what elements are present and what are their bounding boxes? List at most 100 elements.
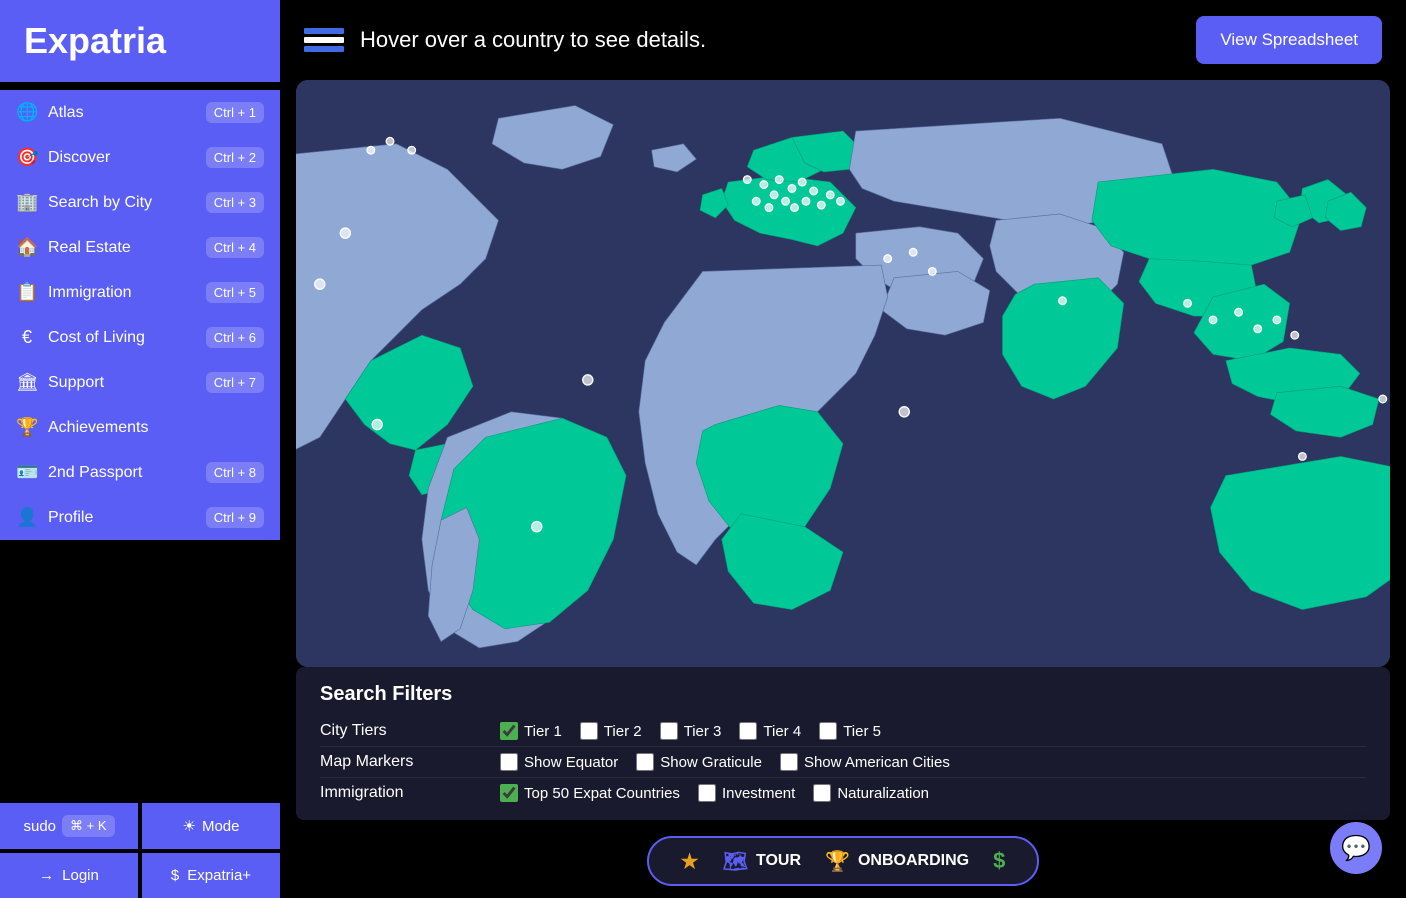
sidebar-item-icon-cost-of-living: €	[16, 327, 38, 348]
sidebar-item-icon-achievements: 🏆	[16, 417, 38, 438]
dollar-icon: $	[993, 848, 1005, 874]
filter-option-tier4[interactable]: Tier 4	[739, 722, 801, 740]
filter-option-top50-expat[interactable]: Top 50 Expat Countries	[500, 784, 680, 802]
filter-option-investment[interactable]: Investment	[698, 784, 795, 802]
sidebar-shortcut-2nd-passport: Ctrl + 8	[206, 462, 264, 483]
filter-option-tier1[interactable]: Tier 1	[500, 722, 562, 740]
filter-option-label-top50-expat: Top 50 Expat Countries	[524, 785, 680, 802]
filter-option-tier2[interactable]: Tier 2	[580, 722, 642, 740]
mode-label: Mode	[202, 818, 240, 835]
filter-row-label: Map Markers	[320, 753, 500, 771]
topbar-hint: Hover over a country to see details.	[360, 27, 706, 53]
dollar-button[interactable]: $	[993, 848, 1005, 874]
filter-option-label-investment: Investment	[722, 785, 795, 802]
bottom-toolbar: ★ 🗺 TOUR 🏆 ONBOARDING $	[280, 828, 1406, 898]
topbar-left: Hover over a country to see details.	[304, 27, 706, 53]
sidebar-item-immigration[interactable]: 📋ImmigrationCtrl + 5	[0, 270, 280, 315]
filter-option-show-equator[interactable]: Show Equator	[500, 753, 618, 771]
sidebar-item-real-estate[interactable]: 🏠 Real Estate Ctrl + 4	[0, 225, 280, 270]
sidebar-item-left-discover: 🎯Discover	[16, 147, 110, 168]
sidebar-item-left-achievements: 🏆Achievements	[16, 417, 149, 438]
checkbox-naturalization[interactable]	[813, 784, 831, 802]
star-button[interactable]: ★	[681, 849, 699, 874]
checkbox-show-equator[interactable]	[500, 753, 518, 771]
sidebar-shortcut-cost-of-living: Ctrl + 6	[206, 327, 264, 348]
tour-icon: 🗺	[723, 849, 748, 874]
filter-option-show-graticule[interactable]: Show Graticule	[636, 753, 762, 771]
sidebar-item-left-search-by-city: 🏢Search by City	[16, 192, 152, 213]
sidebar-item-support[interactable]: 🏛SupportCtrl + 7	[0, 360, 280, 405]
filters-title: Search Filters	[320, 683, 1366, 706]
filter-option-label-tier4: Tier 4	[763, 723, 801, 740]
checkbox-show-american-cities[interactable]	[780, 753, 798, 771]
sidebar-item-profile[interactable]: 👤 Profile Ctrl + 9	[0, 495, 280, 540]
sidebar-item-cost-of-living[interactable]: € Cost of Living Ctrl + 6	[0, 315, 280, 360]
sidebar-item-left-immigration: 📋 Immigration	[16, 282, 132, 303]
sidebar-shortcut-profile: Ctrl + 9	[206, 507, 264, 528]
sidebar-item-label-cost-of-living: Cost of Living	[48, 329, 145, 347]
login-expatria-row: → Login $ Expatria+	[0, 853, 280, 898]
expatria-plus-label: Expatria+	[187, 867, 251, 884]
sidebar-item-icon-real-estate: 🏠	[16, 237, 38, 258]
sidebar-item-label-real-estate: Real Estate	[48, 239, 131, 257]
tour-label: TOUR	[756, 852, 801, 870]
checkbox-investment[interactable]	[698, 784, 716, 802]
view-spreadsheet-button[interactable]: View Spreadsheet	[1196, 16, 1382, 64]
sidebar-item-label-immigration: Immigration	[48, 284, 132, 302]
chat-icon: 💬	[1341, 834, 1371, 863]
sidebar-item-label-2nd-passport: 2nd Passport	[48, 464, 142, 482]
sidebar-item-search-by-city[interactable]: 🏢Search by CityCtrl + 3	[0, 180, 280, 225]
filter-option-label-tier5: Tier 5	[843, 723, 881, 740]
sidebar-item-icon-profile: 👤	[16, 507, 38, 528]
filter-option-label-tier2: Tier 2	[604, 723, 642, 740]
checkbox-tier3[interactable]	[660, 722, 678, 740]
filter-option-label-tier3: Tier 3	[684, 723, 722, 740]
filter-option-label-show-graticule: Show Graticule	[660, 754, 762, 771]
sidebar-item-discover[interactable]: 🎯DiscoverCtrl + 2	[0, 135, 280, 180]
onboarding-icon: 🏆	[825, 849, 850, 874]
flag-stripe-blue	[304, 28, 344, 34]
filter-option-show-american-cities[interactable]: Show American Cities	[780, 753, 950, 771]
expatria-plus-icon: $	[171, 867, 179, 884]
main-content: Hover over a country to see details. Vie…	[280, 0, 1406, 898]
flag-icon	[304, 28, 344, 52]
sudo-label: sudo	[23, 818, 56, 835]
mode-icon: ☀	[183, 817, 196, 835]
world-map[interactable]	[296, 80, 1390, 667]
login-button[interactable]: → Login	[0, 853, 138, 898]
sidebar-item-atlas[interactable]: 🌐AtlasCtrl + 1	[0, 90, 280, 135]
checkbox-top50-expat[interactable]	[500, 784, 518, 802]
sidebar-item-achievements[interactable]: 🏆Achievements	[0, 405, 280, 450]
chat-button[interactable]: 💬	[1330, 822, 1382, 874]
sidebar-item-left-support: 🏛Support	[16, 372, 104, 393]
filter-row-label: Immigration	[320, 784, 500, 802]
sidebar-item-icon-immigration: 📋	[16, 282, 38, 303]
filter-rows: City TiersTier 1 Tier 2 Tier 3 Tier 4 Tier 5…	[320, 716, 1366, 808]
tour-button[interactable]: 🗺 TOUR	[723, 849, 801, 874]
checkbox-tier1[interactable]	[500, 722, 518, 740]
checkbox-show-graticule[interactable]	[636, 753, 654, 771]
mode-button[interactable]: ☀ Mode	[142, 803, 280, 849]
sudo-button[interactable]: sudo ⌘ + K	[0, 803, 138, 849]
onboarding-button[interactable]: 🏆 ONBOARDING	[825, 849, 969, 874]
sidebar-shortcut-real-estate: Ctrl + 4	[206, 237, 264, 258]
sidebar-item-left-cost-of-living: € Cost of Living	[16, 327, 145, 348]
filter-row-label: City Tiers	[320, 722, 500, 740]
expatria-plus-button[interactable]: $ Expatria+	[142, 853, 280, 898]
filter-option-naturalization[interactable]: Naturalization	[813, 784, 929, 802]
sidebar-item-2nd-passport[interactable]: 🪪2nd PassportCtrl + 8	[0, 450, 280, 495]
sidebar-item-label-profile: Profile	[48, 509, 93, 527]
flag-stripe-white	[304, 37, 344, 43]
sidebar-nav: 🌐AtlasCtrl + 1🎯DiscoverCtrl + 2🏢Search b…	[0, 90, 280, 540]
filter-option-tier3[interactable]: Tier 3	[660, 722, 722, 740]
checkbox-tier2[interactable]	[580, 722, 598, 740]
login-icon: →	[39, 867, 54, 884]
filter-option-tier5[interactable]: Tier 5	[819, 722, 881, 740]
map-svg	[296, 80, 1390, 667]
sidebar-item-icon-search-by-city: 🏢	[16, 192, 38, 213]
checkbox-tier5[interactable]	[819, 722, 837, 740]
sidebar-bottom: sudo ⌘ + K ☀ Mode → Login $ Expatria+	[0, 803, 280, 898]
checkbox-tier4[interactable]	[739, 722, 757, 740]
sidebar-item-label-discover: Discover	[48, 149, 110, 167]
filter-options-map-markers: Show Equator Show Graticule Show American …	[500, 753, 950, 771]
